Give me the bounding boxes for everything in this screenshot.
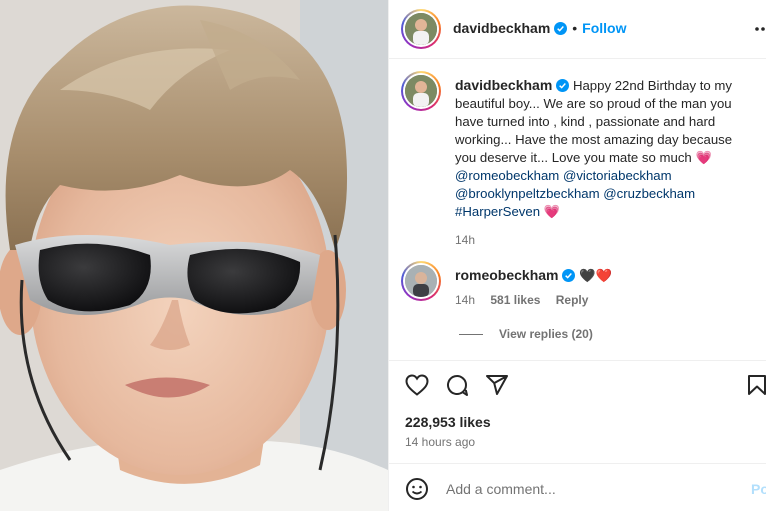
comment-text: 🖤❤️ — [579, 268, 612, 283]
author-avatar[interactable] — [401, 9, 441, 49]
like-button[interactable] — [405, 374, 429, 401]
comment-button[interactable] — [445, 373, 469, 402]
heart-emoji: 💗 — [695, 150, 712, 165]
mention-brooklyn[interactable]: @brooklynpeltzbeckham — [455, 186, 600, 201]
instagram-post: davidbeckham • Follow davidbeckham Happy 2… — [0, 0, 766, 511]
hashtag-harperseven[interactable]: #HarperSeven — [455, 204, 540, 219]
commenter-avatar[interactable] — [401, 261, 441, 301]
author-username[interactable]: davidbeckham — [453, 20, 550, 36]
replies-divider-line — [459, 333, 483, 335]
caption-author-avatar[interactable] — [401, 71, 441, 111]
mention-victoria[interactable]: @victoriabeckham — [563, 168, 672, 183]
comment-bubble-icon — [447, 375, 468, 396]
post-header: davidbeckham • Follow — [389, 0, 766, 59]
heart-icon — [405, 374, 429, 396]
paper-plane-icon — [486, 375, 508, 395]
comment-item: romeobeckham 🖤❤️ 14h 581 likes Reply — [455, 266, 755, 307]
add-comment-bar: Post — [389, 463, 766, 511]
caption-avatar-image — [405, 75, 437, 107]
caption-time[interactable]: 14h — [455, 231, 755, 249]
post-photo[interactable] — [0, 0, 388, 511]
save-button[interactable] — [745, 373, 766, 402]
reply-button[interactable]: Reply — [556, 293, 589, 307]
post-time-ago[interactable]: 14 hours ago — [405, 435, 475, 449]
boy-with-sunglasses-photo — [0, 0, 388, 511]
likes-count[interactable]: 228,953 likes — [405, 414, 491, 430]
follow-button[interactable]: Follow — [582, 20, 626, 36]
comment-meta: 14h 581 likes Reply — [455, 293, 755, 307]
mention-cruz[interactable]: @cruzbeckham — [603, 186, 695, 201]
view-replies-label: View replies (20) — [499, 327, 593, 341]
commenter-username[interactable]: romeobeckham — [455, 267, 558, 283]
more-options-icon[interactable] — [755, 20, 765, 43]
more-horizontal-icon — [755, 27, 765, 31]
caption-username[interactable]: davidbeckham — [455, 77, 552, 93]
post-caption: davidbeckham Happy 22nd Birthday to my b… — [455, 76, 755, 249]
separator-dot: • — [572, 20, 578, 36]
share-button[interactable] — [485, 373, 509, 402]
avatar-image — [405, 13, 437, 45]
bookmark-icon — [748, 375, 766, 395]
comment-input[interactable] — [444, 477, 738, 501]
comment-likes[interactable]: 581 likes — [490, 293, 540, 307]
verified-badge-icon — [562, 269, 576, 282]
verified-badge-icon — [556, 79, 570, 92]
smiley-icon — [406, 478, 428, 500]
post-comment-button[interactable]: Post — [751, 481, 766, 497]
post-details-panel: davidbeckham • Follow davidbeckham Happy 2… — [388, 0, 766, 511]
commenter-avatar-image — [405, 265, 437, 297]
comment-time[interactable]: 14h — [455, 293, 475, 307]
action-bar — [389, 360, 766, 409]
view-replies-button[interactable]: View replies (20) — [459, 327, 593, 341]
verified-badge-icon — [554, 22, 568, 35]
heart-emoji: 💗 — [543, 204, 561, 219]
emoji-button[interactable] — [405, 477, 429, 506]
mention-romeo[interactable]: @romeobeckham — [455, 168, 559, 183]
